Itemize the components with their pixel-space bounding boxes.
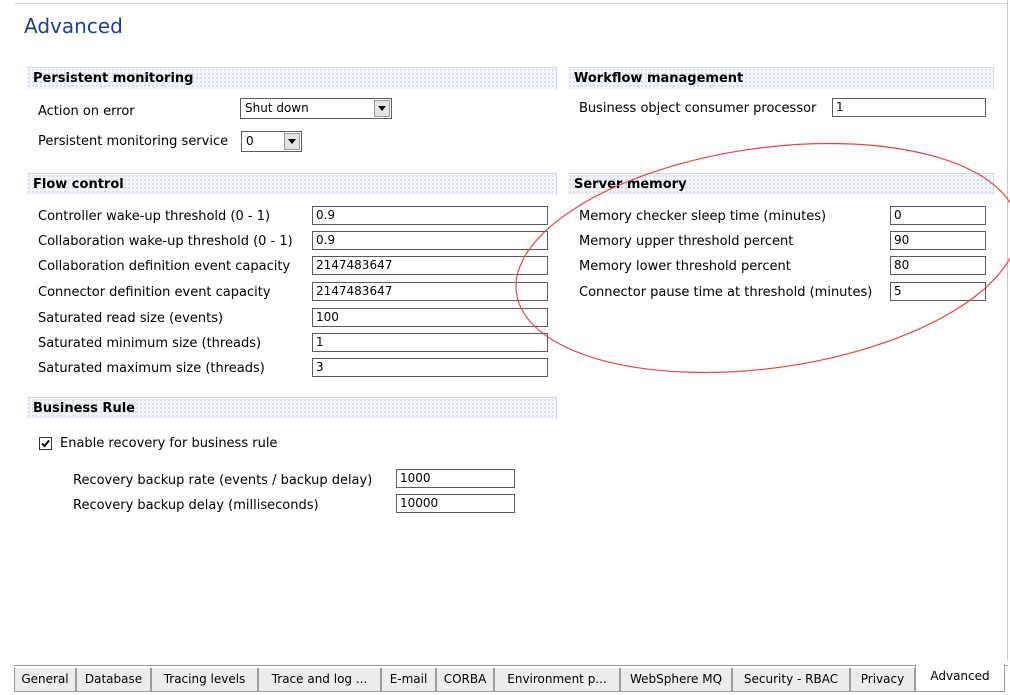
tab-websphere-mq[interactable]: WebSphere MQ: [620, 668, 732, 692]
workflow-management-header: Workflow management: [568, 67, 994, 89]
top-divider: [14, 3, 1007, 4]
server-memory-field-input[interactable]: 5: [890, 282, 986, 301]
action-on-error-value: Shut down: [245, 101, 309, 115]
tab-bar: General Database Tracing levels Trace an…: [14, 664, 1008, 694]
flow-control-field-label: Controller wake-up threshold (0 - 1): [38, 209, 271, 224]
persistent-monitoring-service-dropdown[interactable]: 0: [241, 131, 302, 152]
recovery-backup-delay-label: Recovery backup delay (milliseconds): [73, 498, 319, 513]
flow-control-field-input[interactable]: 100: [312, 308, 548, 327]
tab-trace-and-log[interactable]: Trace and log ...: [258, 668, 381, 692]
tab-tracing-levels[interactable]: Tracing levels: [151, 668, 258, 692]
chevron-down-icon[interactable]: [374, 100, 390, 117]
flow-control-field-input[interactable]: 2147483647: [312, 282, 548, 301]
server-memory-field-label: Memory lower threshold percent: [579, 259, 791, 274]
chevron-down-icon[interactable]: [284, 133, 300, 150]
checkmark-icon: [41, 439, 50, 448]
server-memory-field-label: Connector pause time at threshold (minut…: [579, 285, 873, 300]
consumer-processor-label: Business object consumer processor: [579, 101, 817, 116]
tab-database[interactable]: Database: [76, 668, 151, 692]
tab-corba[interactable]: CORBA: [436, 668, 494, 692]
recovery-backup-rate-label: Recovery backup rate (events / backup de…: [73, 473, 373, 488]
server-memory-field-input[interactable]: 90: [890, 231, 986, 250]
action-on-error-dropdown[interactable]: Shut down: [240, 98, 392, 119]
consumer-processor-input[interactable]: 1: [832, 98, 986, 117]
server-memory-field-input[interactable]: 0: [890, 206, 986, 225]
flow-control-field-label: Saturated maximum size (threads): [38, 361, 265, 376]
persistent-monitoring-service-label: Persistent monitoring service: [38, 134, 229, 149]
tab-privacy[interactable]: Privacy: [850, 668, 915, 692]
persistent-monitoring-header: Persistent monitoring: [27, 67, 557, 89]
tab-advanced[interactable]: Advanced: [915, 664, 1005, 692]
tab-general[interactable]: General: [14, 668, 76, 692]
flow-control-field-label: Connector definition event capacity: [38, 285, 271, 300]
flow-control-field-input[interactable]: 2147483647: [312, 256, 548, 275]
recovery-backup-delay-input[interactable]: 10000: [396, 494, 515, 513]
server-memory-field-label: Memory checker sleep time (minutes): [579, 209, 827, 224]
enable-recovery-label: Enable recovery for business rule: [60, 436, 278, 451]
flow-control-field-input[interactable]: 1: [312, 333, 548, 352]
server-memory-header: Server memory: [568, 173, 994, 195]
tab-environment[interactable]: Environment p...: [494, 668, 620, 692]
flow-control-field-input[interactable]: 3: [312, 358, 548, 377]
tab-security-rbac[interactable]: Security - RBAC: [732, 668, 850, 692]
server-memory-field-input[interactable]: 80: [890, 256, 986, 275]
recovery-backup-rate-input[interactable]: 1000: [396, 469, 515, 488]
flow-control-field-label: Saturated read size (events): [38, 311, 224, 326]
flow-control-field-input[interactable]: 0.9: [312, 231, 548, 250]
page-title: Advanced: [24, 14, 123, 38]
business-rule-header: Business Rule: [27, 397, 557, 419]
flow-control-field-label: Saturated minimum size (threads): [38, 336, 262, 351]
flow-control-field-input[interactable]: 0.9: [312, 206, 548, 225]
tab-email[interactable]: E-mail: [381, 668, 436, 692]
enable-recovery-checkbox[interactable]: [39, 437, 52, 450]
server-memory-field-label: Memory upper threshold percent: [579, 234, 794, 249]
flow-control-field-label: Collaboration definition event capacity: [38, 259, 291, 274]
persistent-monitoring-service-value: 0: [246, 134, 254, 148]
flow-control-header: Flow control: [27, 173, 557, 195]
action-on-error-label: Action on error: [38, 104, 135, 119]
flow-control-field-label: Collaboration wake-up threshold (0 - 1): [38, 234, 293, 249]
